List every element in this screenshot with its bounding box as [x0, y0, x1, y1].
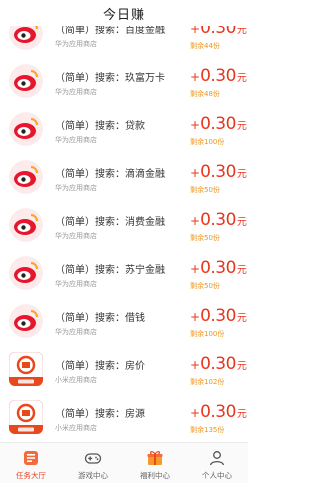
task-remaining: 剩余44份 — [190, 42, 220, 50]
gamepad-icon — [84, 453, 102, 464]
task-remaining: 剩余100份 — [190, 138, 225, 146]
task-reward: +0.30元 — [190, 306, 247, 326]
tab-welfare-center[interactable]: 福利中心 — [124, 443, 186, 483]
task-reward: +0.30元 — [190, 66, 247, 86]
task-remaining: 剩余102份 — [190, 378, 225, 386]
task-title: （简单）搜索：房源 — [55, 409, 145, 420]
task-source: 华为应用商店 — [55, 40, 97, 48]
gift-icon — [147, 451, 163, 465]
weibo-icon — [9, 208, 43, 242]
task-title: （简单）搜索：房价 — [55, 361, 145, 372]
task-reward: +0.30元 — [190, 402, 247, 422]
task-item[interactable]: （简单）搜索：房价 小米应用商店 +0.30元 剩余102份 — [0, 348, 248, 396]
tab-label: 福利中心 — [140, 471, 170, 480]
task-item[interactable]: （简单）搜索：滴滴金融 华为应用商店 +0.30元 剩余50份 — [0, 156, 248, 204]
task-title: （简单）搜索：借钱 — [55, 313, 145, 324]
tab-personal-center[interactable]: 个人中心 — [186, 443, 248, 483]
task-title: （简单）搜索：滴滴金融 — [55, 169, 165, 180]
tab-label: 个人中心 — [202, 471, 232, 480]
task-reward: +0.30元 — [190, 114, 247, 134]
weibo-icon — [9, 256, 43, 290]
task-remaining: 剩余50份 — [190, 282, 220, 290]
person-icon — [209, 451, 225, 466]
task-remaining: 剩余50份 — [190, 234, 220, 242]
task-hall-icon — [24, 451, 38, 465]
task-reward: +0.30元 — [190, 354, 247, 374]
task-item[interactable]: （简单）搜索：贷款 华为应用商店 +0.30元 剩余100份 — [0, 108, 248, 156]
weibo-icon — [9, 304, 43, 338]
task-reward: +0.30元 — [190, 258, 247, 278]
zhongyuan-app-icon — [9, 352, 43, 386]
task-reward: +0.30元 — [190, 162, 247, 182]
task-remaining: 剩余50份 — [190, 186, 220, 194]
task-source: 华为应用商店 — [55, 136, 97, 144]
task-item[interactable]: （简单）搜索：借钱 华为应用商店 +0.30元 剩余100份 — [0, 300, 248, 348]
task-source: 华为应用商店 — [55, 280, 97, 288]
task-source: 华为应用商店 — [55, 88, 97, 96]
task-title: （简单）搜索：玖富万卡 — [55, 73, 165, 84]
task-item[interactable]: （简单）搜索：苏宁金融 华为应用商店 +0.30元 剩余50份 — [0, 252, 248, 300]
task-source: 小米应用商店 — [55, 424, 97, 432]
task-item[interactable]: （简单）搜索：玖富万卡 华为应用商店 +0.30元 剩余48份 — [0, 60, 248, 108]
task-item[interactable]: （简单）搜索：消费金融 华为应用商店 +0.30元 剩余50份 — [0, 204, 248, 252]
task-source: 华为应用商店 — [55, 328, 97, 336]
weibo-icon — [9, 112, 43, 146]
tab-task-hall[interactable]: 任务大厅 — [0, 443, 62, 483]
task-source: 华为应用商店 — [55, 232, 97, 240]
task-title: （简单）搜索：苏宁金融 — [55, 265, 165, 276]
task-remaining: 剩余135份 — [190, 426, 225, 434]
task-remaining: 剩余100份 — [190, 330, 225, 338]
task-reward: +0.30元 — [190, 210, 247, 230]
zhongyuan-app-icon — [9, 400, 43, 434]
tab-label: 任务大厅 — [16, 471, 46, 480]
header-bar: 今日赚 — [0, 0, 248, 26]
task-list: （简单）搜索：百度金融 华为应用商店 +0.30元 剩余44份 （简单）搜索：玖… — [0, 0, 248, 442]
weibo-icon — [9, 64, 43, 98]
task-title: （简单）搜索：消费金融 — [55, 217, 165, 228]
task-title: （简单）搜索：贷款 — [55, 121, 145, 132]
task-source: 小米应用商店 — [55, 376, 97, 384]
task-remaining: 剩余48份 — [190, 90, 220, 98]
tab-game-center[interactable]: 游戏中心 — [62, 443, 124, 483]
task-item[interactable]: （简单）搜索：房源 小米应用商店 +0.30元 剩余135份 — [0, 396, 248, 442]
weibo-icon — [9, 160, 43, 194]
bottom-tab-bar: 任务大厅 游戏中心 福利中心 个人中心 — [0, 442, 248, 483]
task-source: 华为应用商店 — [55, 184, 97, 192]
tab-label: 游戏中心 — [78, 471, 108, 480]
page-title: 今日赚 — [102, 7, 145, 23]
